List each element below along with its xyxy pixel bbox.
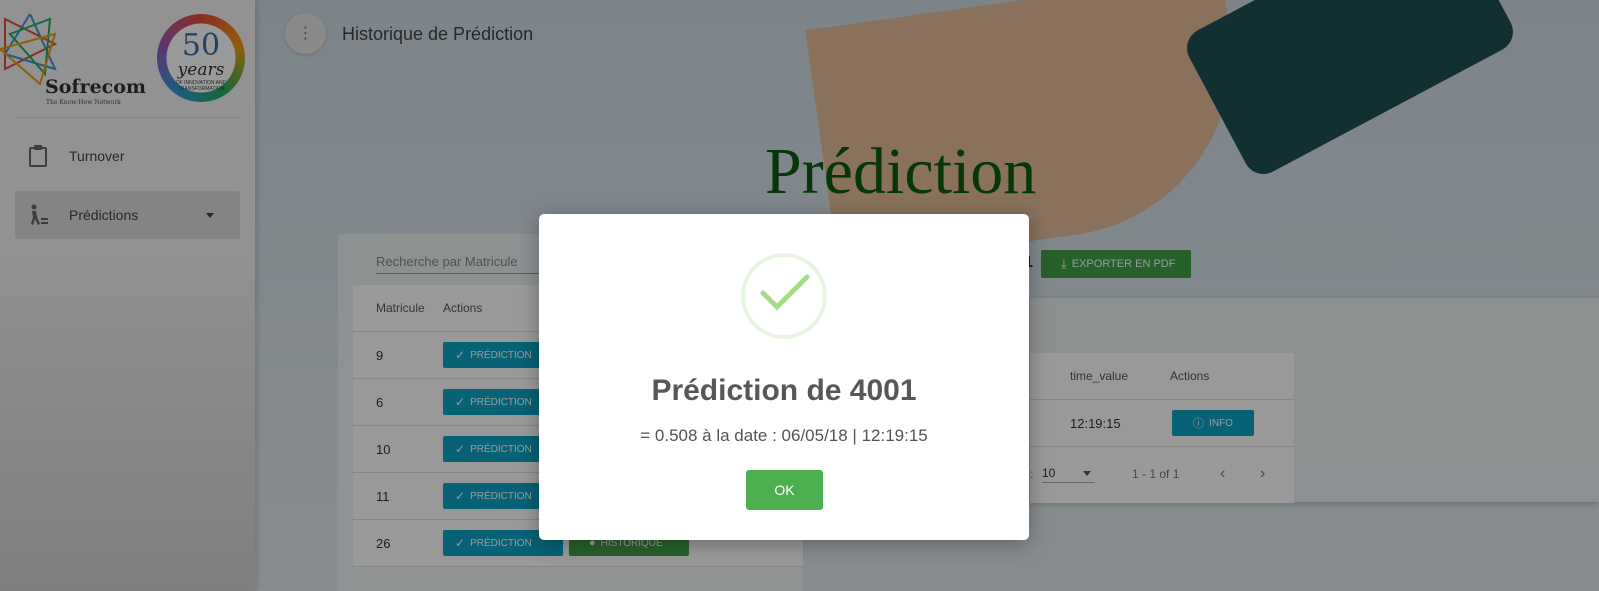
dialog-text: = 0.508 à la date : 06/05/18 | 12:19:15 [640, 426, 928, 445]
success-dialog: Prédiction de 4001 = 0.508 à la date : 0… [539, 214, 1029, 540]
ok-button[interactable]: OK [746, 470, 823, 510]
success-check-icon [741, 253, 827, 339]
dialog-title: Prédiction de 4001 [651, 374, 917, 407]
